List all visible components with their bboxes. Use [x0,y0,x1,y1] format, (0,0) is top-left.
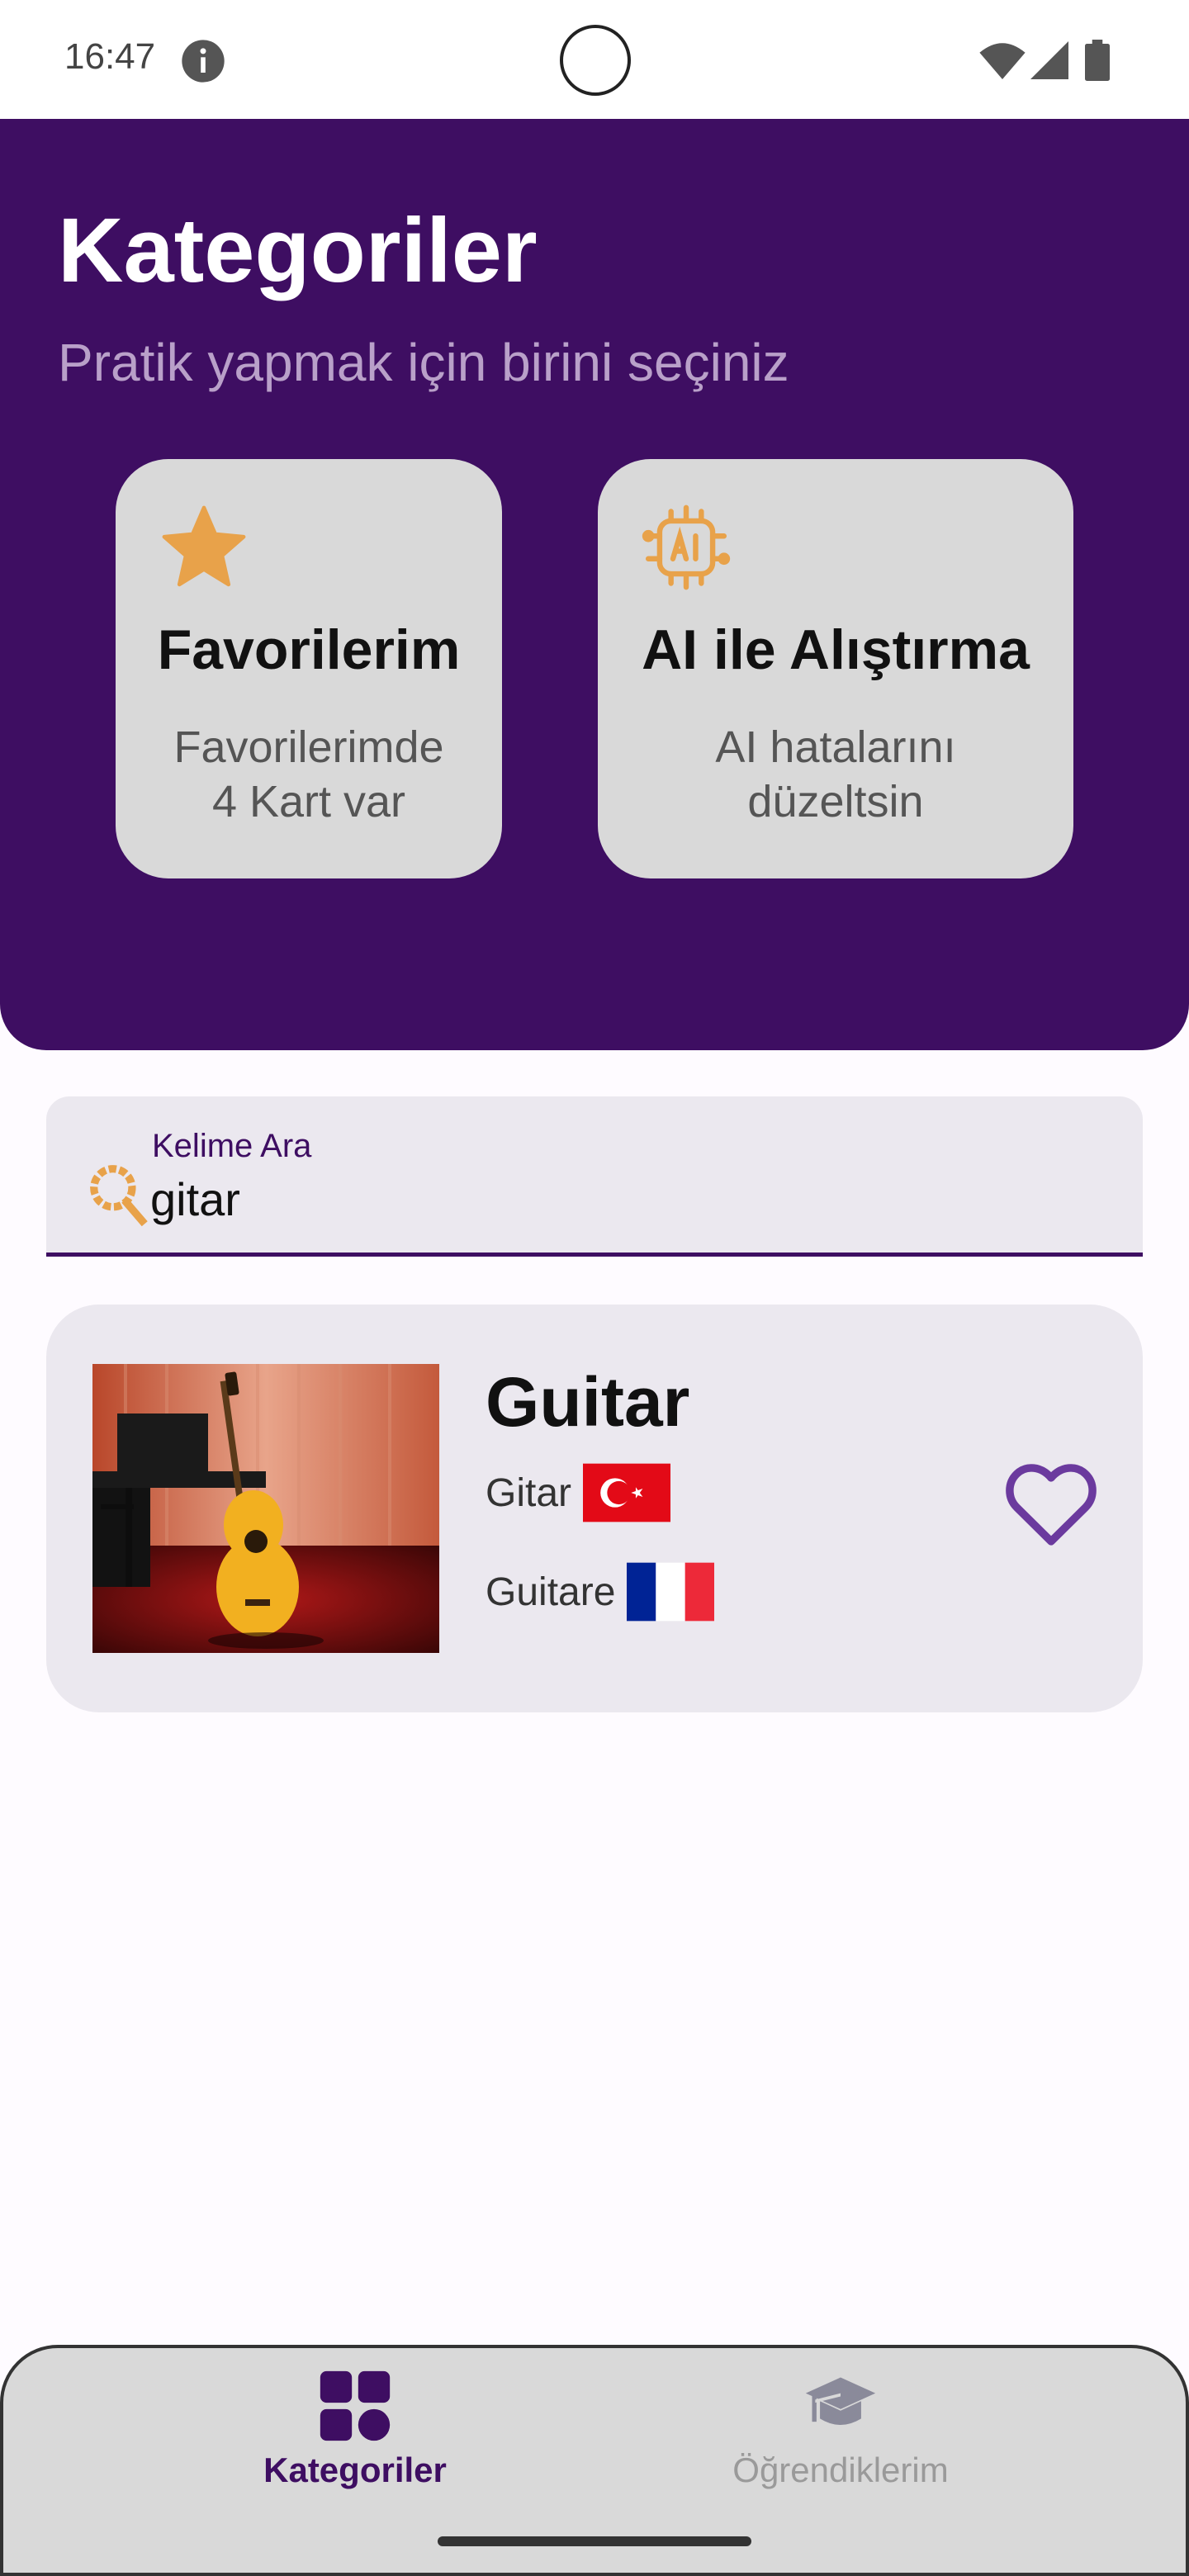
nav-ogrendiklerim[interactable]: Öğrendiklerim [593,2348,1088,2546]
translation-turkish: Gitar [486,1463,671,1522]
ai-practice-desc: AI hatalarını düzeltsin [614,720,1057,829]
star-icon [162,505,246,587]
word-card[interactable]: Guitar Gitar Guitare [46,1305,1143,1712]
word-title: Guitar [486,1363,690,1441]
status-time: 16:47 [64,36,156,77]
translation-french: Guitare [486,1562,715,1622]
nav-label: Kategoriler [263,2451,447,2489]
favorites-desc-line2: 4 Kart var [211,777,406,826]
favorites-card[interactable]: Favorilerim Favorilerimde 4 Kart var [116,459,502,878]
info-icon [182,40,225,83]
translation-word: Guitare [486,1570,616,1614]
status-bar: 16:47 [0,0,1189,119]
ai-desc-line2: düzeltsin [747,777,924,826]
graduation-cap-icon [805,2377,876,2425]
heart-outline-icon[interactable] [1004,1461,1098,1547]
search-input[interactable] [150,1172,1059,1226]
turkey-flag-icon [583,1463,671,1522]
page-subtitle: Pratik yapmak için birini seçiniz [58,333,789,392]
nav-kategoriler[interactable]: Kategoriler [107,2348,603,2546]
search-field[interactable]: Kelime Ara [46,1096,1143,1257]
search-icon [90,1165,148,1227]
favorites-desc-line1: Favorilerimde [173,722,444,772]
grid-icon [320,2370,391,2441]
translation-word: Gitar [486,1470,572,1515]
wifi-icon [979,43,1026,79]
favorites-title: Favorilerim [157,618,461,681]
nav-label: Öğrendiklerim [732,2451,949,2489]
guitar-photo [92,1364,439,1653]
favorites-desc: Favorilerimde 4 Kart var [132,720,486,829]
ai-practice-card[interactable]: AI ile Alıştırma AI hatalarını düzeltsin [598,459,1073,878]
page-title: Kategoriler [58,200,538,301]
search-label: Kelime Ara [152,1128,312,1164]
ai-practice-title: AI ile Alıştırma [642,618,1030,681]
ai-chip-icon [642,504,731,590]
france-flag-icon [627,1562,715,1622]
signal-icon [1030,41,1068,79]
camera-cutout [560,25,631,96]
header: Kategoriler Pratik yapmak için birini se… [0,119,1189,1050]
battery-icon [1085,40,1110,81]
home-indicator[interactable] [438,2536,751,2546]
ai-desc-line1: AI hatalarını [715,722,956,772]
